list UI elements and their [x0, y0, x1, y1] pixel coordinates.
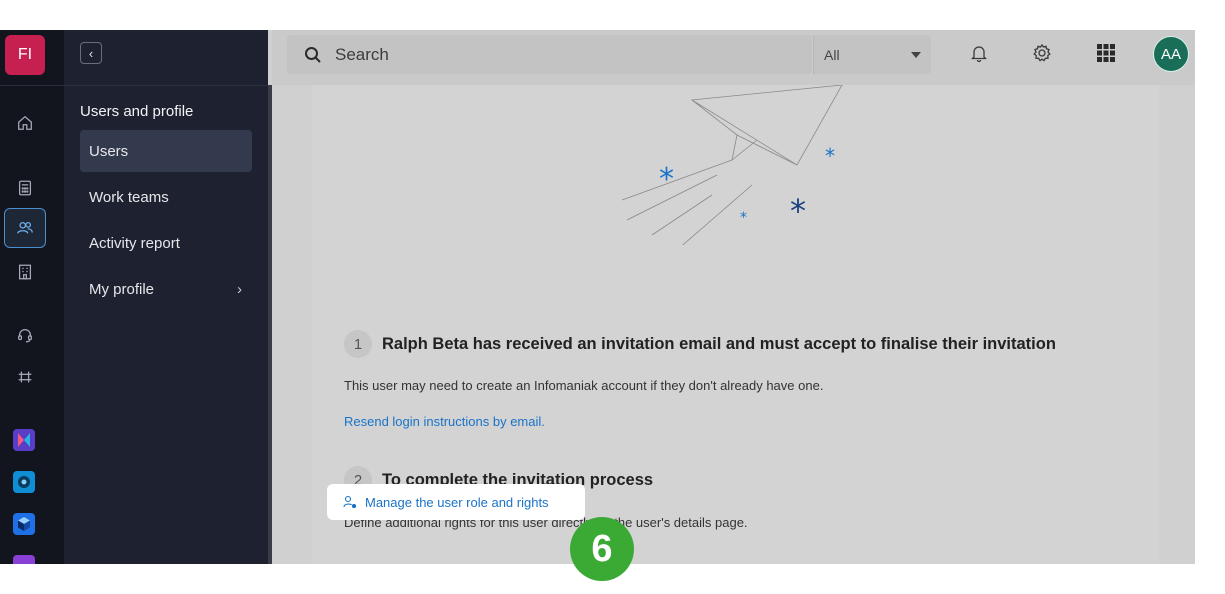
kdrive-app-icon[interactable] — [13, 471, 35, 493]
sidebar-scrollbar[interactable] — [268, 85, 272, 564]
sidebar-item-my-profile[interactable]: My profile › — [80, 268, 252, 310]
gear-icon[interactable] — [1030, 41, 1054, 65]
caret-down-icon — [911, 51, 921, 58]
search-scope-value: All — [824, 46, 840, 63]
search-scope-select[interactable]: All — [813, 35, 931, 74]
cube-app-icon[interactable] — [13, 513, 35, 535]
svg-text:*: * — [790, 192, 806, 230]
sidebar-item-activity-report[interactable]: Activity report — [80, 222, 252, 264]
manage-user-role-button[interactable]: Manage the user role and rights — [327, 484, 585, 520]
app-rail: FI — [0, 30, 64, 564]
collapse-sidebar-button[interactable]: ‹ — [80, 42, 102, 64]
step-number: 1 — [344, 330, 372, 358]
resend-login-link[interactable]: Resend login instructions by email. — [344, 414, 545, 429]
user-gear-icon — [343, 495, 357, 509]
tutorial-step-badge: 6 — [570, 517, 634, 581]
sidebar-item-label: Users — [89, 142, 129, 160]
app-window: FI ‹ Users and profile Users Work teams … — [0, 30, 1195, 564]
transfer-icon[interactable] — [4, 357, 46, 397]
apps-grid-icon[interactable] — [1094, 41, 1118, 65]
sidebar-menu: ‹ Users and profile Users Work teams Act… — [64, 30, 268, 564]
sidebar-item-work-teams[interactable]: Work teams — [80, 176, 252, 218]
chart-app-icon[interactable] — [13, 555, 35, 564]
step-heading: Ralph Beta has received an invitation em… — [382, 334, 1056, 353]
organization-badge[interactable]: FI — [5, 35, 45, 75]
svg-text:*: * — [825, 144, 835, 168]
step-1-title: 1 Ralph Beta has received an invitation … — [344, 330, 1056, 358]
top-bar: All AA — [272, 30, 1195, 85]
users-icon[interactable] — [4, 208, 46, 248]
kmail-app-icon[interactable] — [13, 429, 35, 451]
rail-divider — [0, 85, 64, 86]
headset-icon[interactable] — [4, 315, 46, 355]
home-icon[interactable] — [4, 103, 46, 143]
search-icon — [305, 46, 321, 63]
step-1-description: This user may need to create an Infomani… — [344, 378, 824, 393]
paper-plane-illustration: * * * * — [621, 85, 843, 245]
search-box[interactable] — [287, 35, 812, 74]
sidebar-item-users[interactable]: Users — [80, 130, 252, 172]
sidebar-item-label: Activity report — [89, 234, 180, 252]
bell-icon[interactable] — [967, 41, 991, 65]
avatar[interactable]: AA — [1153, 36, 1189, 72]
manage-button-label: Manage the user role and rights — [365, 494, 549, 510]
svg-text:*: * — [659, 162, 674, 197]
search-input[interactable] — [335, 44, 775, 65]
svg-text:*: * — [740, 210, 747, 226]
sidebar-item-label: My profile — [89, 280, 155, 298]
chevron-right-icon: › — [237, 280, 242, 298]
menu-section-heading: Users and profile — [80, 103, 194, 120]
sidebar-item-label: Work teams — [89, 188, 169, 206]
building-icon[interactable] — [4, 252, 46, 292]
menu-divider — [64, 85, 268, 86]
calculator-icon[interactable] — [4, 168, 46, 208]
